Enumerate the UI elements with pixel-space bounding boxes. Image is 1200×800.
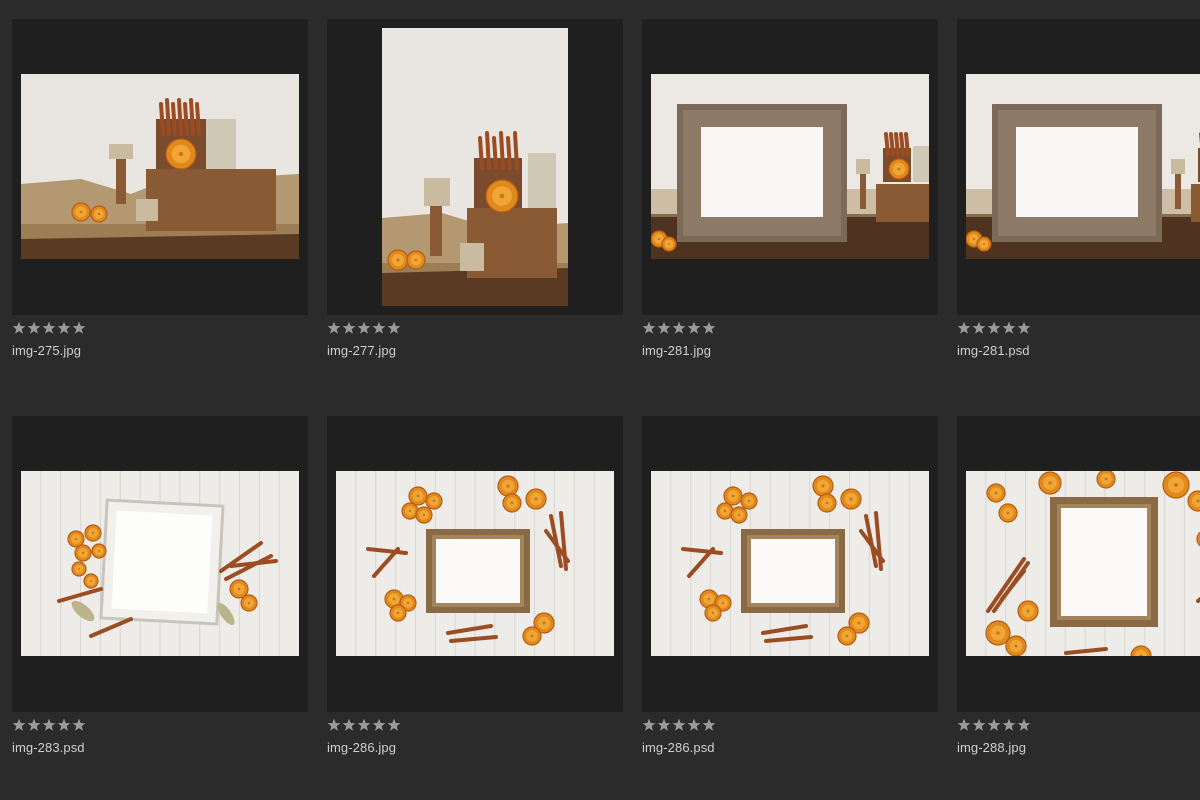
- star-icon[interactable]: [687, 321, 701, 335]
- star-icon[interactable]: [27, 718, 41, 732]
- star-icon[interactable]: [987, 321, 1001, 335]
- star-icon[interactable]: [42, 321, 56, 335]
- thumbnail-image: [966, 74, 1200, 259]
- thumbnail-image: [651, 471, 929, 656]
- star-icon[interactable]: [12, 718, 26, 732]
- thumbnail-cell[interactable]: [642, 416, 938, 712]
- star-icon[interactable]: [27, 321, 41, 335]
- star-icon[interactable]: [1002, 321, 1016, 335]
- star-icon[interactable]: [342, 718, 356, 732]
- star-rating[interactable]: [327, 321, 401, 335]
- star-rating[interactable]: [12, 718, 86, 732]
- star-icon[interactable]: [327, 718, 341, 732]
- star-icon[interactable]: [12, 321, 26, 335]
- star-icon[interactable]: [687, 718, 701, 732]
- star-icon[interactable]: [1017, 321, 1031, 335]
- star-icon[interactable]: [372, 321, 386, 335]
- star-rating[interactable]: [12, 321, 86, 335]
- thumbnail-image: [966, 471, 1200, 656]
- star-icon[interactable]: [357, 321, 371, 335]
- star-icon[interactable]: [702, 321, 716, 335]
- filename-label: img-286.jpg: [327, 740, 397, 755]
- thumbnail-cell[interactable]: [12, 19, 308, 315]
- star-icon[interactable]: [372, 718, 386, 732]
- thumbnail-image-wrap[interactable]: [21, 471, 299, 656]
- star-icon[interactable]: [657, 718, 671, 732]
- thumbnail-cell[interactable]: [957, 416, 1200, 712]
- star-icon[interactable]: [327, 321, 341, 335]
- filename-label: img-277.jpg: [327, 343, 397, 358]
- star-rating[interactable]: [642, 718, 716, 732]
- thumbnail-image-wrap[interactable]: [382, 28, 568, 306]
- star-icon[interactable]: [57, 321, 71, 335]
- star-icon[interactable]: [987, 718, 1001, 732]
- star-rating[interactable]: [957, 718, 1031, 732]
- star-icon[interactable]: [672, 718, 686, 732]
- star-icon[interactable]: [702, 718, 716, 732]
- thumbnail-image-wrap[interactable]: [651, 74, 929, 259]
- star-icon[interactable]: [1002, 718, 1016, 732]
- filename-label: img-281.psd: [957, 343, 1030, 358]
- thumbnail-image: [336, 471, 614, 656]
- thumbnail-cell[interactable]: [327, 416, 623, 712]
- star-icon[interactable]: [642, 718, 656, 732]
- filename-label: img-286.psd: [642, 740, 715, 755]
- thumbnail-image: [651, 74, 929, 259]
- star-icon[interactable]: [42, 718, 56, 732]
- thumbnail-image-wrap[interactable]: [336, 471, 614, 656]
- star-icon[interactable]: [1017, 718, 1031, 732]
- star-icon[interactable]: [672, 321, 686, 335]
- star-icon[interactable]: [342, 321, 356, 335]
- thumbnail-image: [21, 471, 299, 656]
- star-icon[interactable]: [387, 321, 401, 335]
- filename-label: img-275.jpg: [12, 343, 82, 358]
- thumbnail-image-wrap[interactable]: [966, 74, 1200, 259]
- star-icon[interactable]: [642, 321, 656, 335]
- thumbnail-cell[interactable]: [957, 19, 1200, 315]
- thumbnail-image: [21, 74, 299, 259]
- thumbnail-cell[interactable]: [12, 416, 308, 712]
- star-icon[interactable]: [72, 321, 86, 335]
- filename-label: img-283.psd: [12, 740, 85, 755]
- star-rating[interactable]: [957, 321, 1031, 335]
- thumbnail-image-wrap[interactable]: [21, 74, 299, 259]
- star-icon[interactable]: [972, 718, 986, 732]
- star-icon[interactable]: [957, 718, 971, 732]
- thumbnail-image-wrap[interactable]: [966, 471, 1200, 656]
- star-icon[interactable]: [72, 718, 86, 732]
- star-icon[interactable]: [657, 321, 671, 335]
- star-rating[interactable]: [642, 321, 716, 335]
- thumbnail-cell[interactable]: [327, 19, 623, 315]
- star-icon[interactable]: [972, 321, 986, 335]
- star-icon[interactable]: [957, 321, 971, 335]
- star-icon[interactable]: [357, 718, 371, 732]
- star-rating[interactable]: [327, 718, 401, 732]
- filename-label: img-281.jpg: [642, 343, 712, 358]
- thumbnail-image: [382, 28, 568, 306]
- thumbnail-image-wrap[interactable]: [651, 471, 929, 656]
- star-icon[interactable]: [387, 718, 401, 732]
- star-icon[interactable]: [57, 718, 71, 732]
- filename-label: img-288.jpg: [957, 740, 1027, 755]
- thumbnail-cell[interactable]: [642, 19, 938, 315]
